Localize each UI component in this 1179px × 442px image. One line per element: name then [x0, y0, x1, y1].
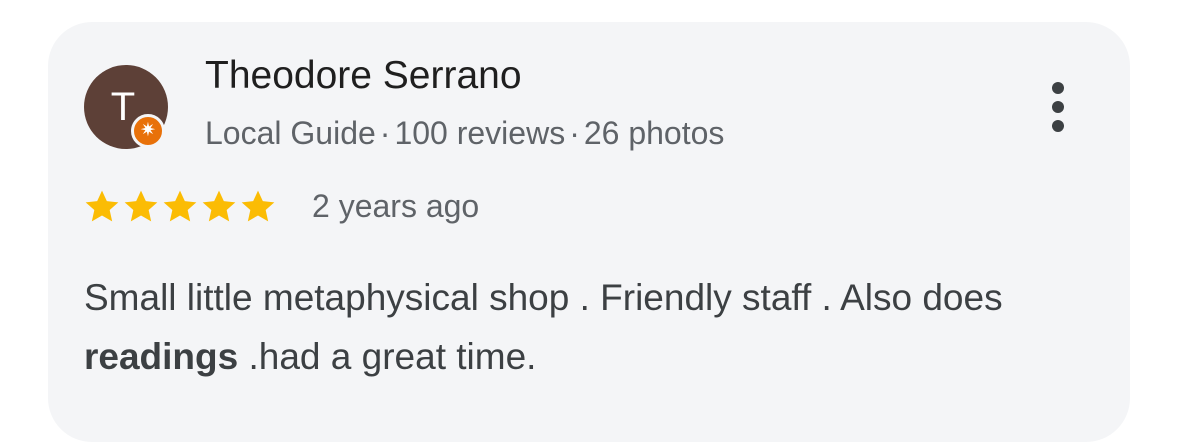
reviewer-name[interactable]: Theodore Serrano: [205, 54, 522, 98]
more-options-button[interactable]: [1042, 80, 1074, 134]
reviewer-meta: Local Guide · 100 reviews · 26 photos: [205, 115, 724, 152]
review-text-part: Small little metaphysical shop . Friendl…: [84, 277, 1003, 318]
review-count: 100 reviews: [394, 115, 566, 151]
meta-separator: ·: [569, 115, 580, 151]
star-rating: [82, 187, 277, 231]
star-icon: [121, 187, 161, 227]
review-time: 2 years ago: [312, 188, 480, 224]
local-guide-star-icon: ✷: [131, 114, 165, 148]
star-icon: [199, 187, 239, 227]
review-text-part: .had a great time.: [238, 336, 537, 377]
meta-separator: ·: [379, 115, 391, 151]
star-icon: [82, 187, 122, 227]
more-vert-icon-dot: [1052, 101, 1064, 113]
star-icon: [160, 187, 200, 227]
more-vert-icon-dot: [1052, 120, 1064, 132]
more-vert-icon-dot: [1052, 82, 1064, 94]
review-text-bold: readings: [84, 336, 239, 377]
local-guide-label: Local Guide: [205, 115, 376, 151]
star-icon: [238, 187, 278, 227]
review-text: Small little metaphysical shop . Friendl…: [84, 268, 1084, 386]
photo-count: 26 photos: [583, 115, 725, 151]
